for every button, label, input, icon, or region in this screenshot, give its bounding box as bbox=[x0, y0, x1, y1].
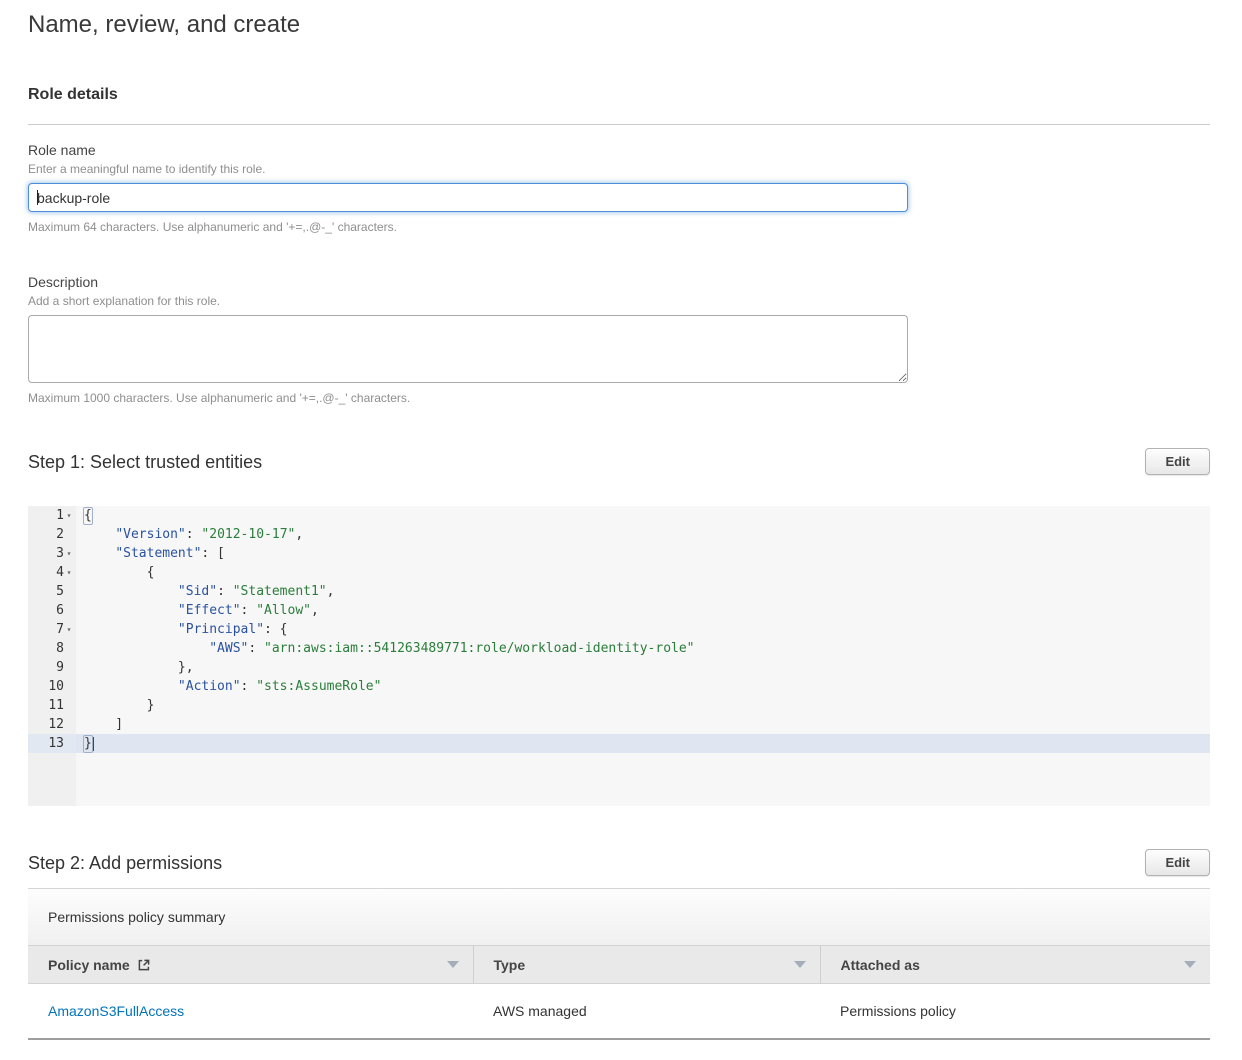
column-header-attached-as[interactable]: Attached as bbox=[820, 946, 1210, 984]
attached-as-cell: Permissions policy bbox=[820, 984, 1210, 1039]
line-number: 9 bbox=[28, 658, 76, 677]
filter-icon[interactable] bbox=[1184, 961, 1196, 968]
edit-trusted-entities-button[interactable]: Edit bbox=[1145, 448, 1210, 475]
filter-icon[interactable] bbox=[447, 961, 459, 968]
policy-table: Policy name bbox=[28, 945, 1210, 1040]
code-line[interactable]: ] bbox=[76, 715, 1210, 734]
policy-type-cell: AWS managed bbox=[473, 984, 820, 1039]
role-name-input[interactable] bbox=[28, 183, 908, 212]
description-textarea[interactable] bbox=[28, 315, 908, 383]
edit-permissions-button[interactable]: Edit bbox=[1145, 849, 1210, 876]
text-caret bbox=[37, 190, 38, 205]
role-name-constraint: Maximum 64 characters. Use alphanumeric … bbox=[28, 220, 1210, 234]
filter-icon[interactable] bbox=[794, 961, 806, 968]
editor-gutter: 1▾23▾4▾567▾8910111213 bbox=[28, 506, 76, 806]
editor-caret bbox=[93, 737, 94, 751]
step2-section: Step 2: Add permissions Edit Permissions… bbox=[28, 849, 1210, 1040]
code-line[interactable]: "Principal": { bbox=[76, 620, 1210, 639]
line-number: 7▾ bbox=[28, 620, 76, 639]
fold-arrow-icon[interactable]: ▾ bbox=[64, 544, 74, 563]
line-number: 11 bbox=[28, 696, 76, 715]
fold-arrow-icon[interactable]: ▾ bbox=[64, 563, 74, 582]
policy-name-cell: AmazonS3FullAccess bbox=[28, 984, 473, 1039]
role-name-hint: Enter a meaningful name to identify this… bbox=[28, 162, 1210, 176]
code-line[interactable]: { bbox=[76, 563, 1210, 582]
code-line[interactable]: "AWS": "arn:aws:iam::541263489771:role/w… bbox=[76, 639, 1210, 658]
line-number: 2 bbox=[28, 525, 76, 544]
column-header-policy-name[interactable]: Policy name bbox=[28, 946, 473, 984]
external-link-icon[interactable] bbox=[137, 958, 151, 972]
description-constraint: Maximum 1000 characters. Use alphanumeri… bbox=[28, 391, 1210, 405]
line-number: 3▾ bbox=[28, 544, 76, 563]
line-number: 5 bbox=[28, 582, 76, 601]
fold-arrow-icon[interactable]: ▾ bbox=[64, 506, 74, 525]
column-header-type[interactable]: Type bbox=[473, 946, 820, 984]
step1-heading: Step 1: Select trusted entities bbox=[28, 450, 262, 474]
code-line[interactable]: { bbox=[76, 506, 1210, 525]
step1-section: Step 1: Select trusted entities Edit 1▾2… bbox=[28, 448, 1210, 806]
role-name-field: Role name Enter a meaningful name to ide… bbox=[28, 142, 1210, 234]
permissions-summary-panel: Permissions policy summary Policy name bbox=[28, 888, 1210, 1040]
page-title: Name, review, and create bbox=[28, 10, 1210, 40]
code-line[interactable]: "Version": "2012-10-17", bbox=[76, 525, 1210, 544]
line-number: 6 bbox=[28, 601, 76, 620]
description-label: Description bbox=[28, 274, 1210, 291]
line-number: 12 bbox=[28, 715, 76, 734]
trust-policy-editor[interactable]: 1▾23▾4▾567▾8910111213 { "Version": "2012… bbox=[28, 506, 1210, 806]
fold-arrow-icon[interactable]: ▾ bbox=[64, 620, 74, 639]
line-number: 10 bbox=[28, 677, 76, 696]
policy-name-column-label: Policy name bbox=[48, 957, 130, 973]
code-line[interactable]: "Sid": "Statement1", bbox=[76, 582, 1210, 601]
role-name-label: Role name bbox=[28, 142, 1210, 159]
policy-name-link[interactable]: AmazonS3FullAccess bbox=[48, 1003, 184, 1019]
type-column-label: Type bbox=[494, 957, 526, 973]
permissions-summary-title: Permissions policy summary bbox=[28, 889, 1210, 945]
code-line[interactable]: "Effect": "Allow", bbox=[76, 601, 1210, 620]
table-row: AmazonS3FullAccess AWS managedPermissions… bbox=[28, 984, 1210, 1039]
line-number: 4▾ bbox=[28, 563, 76, 582]
description-hint: Add a short explanation for this role. bbox=[28, 294, 1210, 308]
line-number: 8 bbox=[28, 639, 76, 658]
role-details-heading: Role details bbox=[28, 86, 1210, 104]
line-number: 13 bbox=[28, 734, 76, 753]
code-line[interactable]: } bbox=[76, 734, 1210, 753]
editor-code-area[interactable]: { "Version": "2012-10-17", "Statement": … bbox=[76, 506, 1210, 806]
code-line[interactable]: "Statement": [ bbox=[76, 544, 1210, 563]
description-field: Description Add a short explanation for … bbox=[28, 274, 1210, 405]
role-details-section: Role details Role name Enter a meaningfu… bbox=[28, 86, 1210, 405]
line-number: 1▾ bbox=[28, 506, 76, 525]
step2-heading: Step 2: Add permissions bbox=[28, 851, 222, 875]
divider bbox=[28, 124, 1210, 125]
code-line[interactable]: } bbox=[76, 696, 1210, 715]
name-review-create-page: Name, review, and create Role details Ro… bbox=[0, 0, 1242, 1060]
code-line[interactable]: }, bbox=[76, 658, 1210, 677]
code-line[interactable]: "Action": "sts:AssumeRole" bbox=[76, 677, 1210, 696]
attached-as-column-label: Attached as bbox=[841, 957, 920, 973]
